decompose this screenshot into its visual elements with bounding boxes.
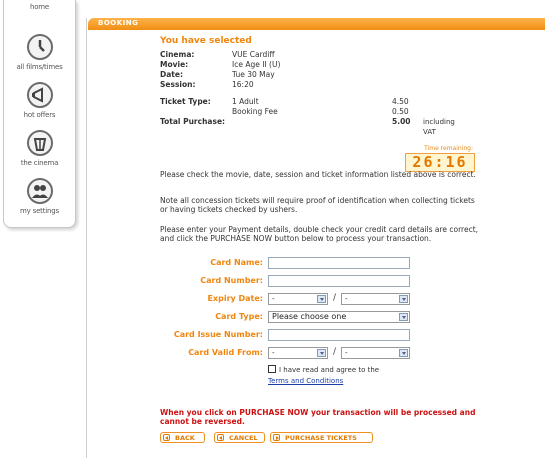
booking-fee-value: 0.50	[392, 107, 409, 116]
megaphone-icon	[26, 82, 53, 108]
chevron-down-icon	[399, 313, 408, 321]
card-issue-number-input[interactable]	[268, 329, 410, 341]
selection-summary: You have selected Cinema: VUE Cardiff Mo…	[160, 36, 455, 136]
cinema-label: Cinema:	[160, 50, 195, 59]
left-nav: home all films/times hot offers the cine…	[3, 0, 76, 228]
valid-from-separator: /	[333, 347, 337, 357]
chevron-down-icon	[317, 349, 326, 357]
movie-value: Ice Age II (U)	[232, 60, 281, 69]
arrow-left-icon	[217, 434, 224, 441]
terms-link[interactable]: Terms and Conditions	[268, 377, 343, 385]
ticket-price: 4.50	[392, 97, 409, 106]
expiry-month-value: -	[272, 295, 275, 303]
session-value: 16:20	[232, 80, 254, 89]
arrow-left-icon	[163, 434, 170, 441]
card-type-label: Card Type:	[215, 312, 263, 321]
nav-item-my-settings[interactable]: my settings	[4, 178, 75, 215]
nav-item-all-films[interactable]: all films/times	[4, 34, 75, 71]
card-number-label: Card Number:	[200, 276, 263, 285]
booking-header: BOOKING	[88, 18, 545, 30]
back-button-label: BACK	[175, 434, 195, 442]
expiry-date-label: Expiry Date:	[207, 294, 263, 303]
expiry-year-value: -	[345, 295, 348, 303]
nav-label-home: home	[29, 3, 50, 11]
chevron-down-icon	[399, 295, 408, 303]
session-row: Session: 16:20	[160, 80, 430, 90]
total-note: including VAT	[423, 118, 455, 136]
valid-from-month-value: -	[272, 349, 275, 357]
terms-agree-text: I have read and agree to the	[279, 366, 380, 374]
cancel-button[interactable]: CANCEL	[214, 432, 265, 443]
timer-label: Time remaining:	[424, 145, 473, 152]
arrow-right-icon	[273, 434, 280, 441]
cinema-row: Cinema: VUE Cardiff	[160, 50, 430, 60]
nav-label-hot-offers: hot offers	[23, 111, 56, 119]
booking-title: BOOKING	[98, 19, 139, 27]
terms-checkbox[interactable]	[268, 365, 276, 373]
card-issue-number-label: Card Issue Number:	[173, 330, 263, 339]
cinema-value: VUE Cardiff	[232, 50, 275, 59]
nav-label-all-films: all films/times	[16, 63, 63, 71]
date-label: Date:	[160, 70, 183, 79]
ticket-type-row: Ticket Type: 1 Adult 4.50	[160, 97, 430, 107]
ticket-type-value: 1 Adult	[232, 97, 259, 106]
nav-item-home[interactable]: home	[4, 0, 75, 11]
expiry-separator: /	[333, 293, 337, 303]
booking-fee-row: Booking Fee 0.50	[160, 107, 430, 117]
valid-from-month-select[interactable]: -	[268, 347, 328, 359]
total-value: 5.00	[392, 117, 411, 126]
valid-from-year-select[interactable]: -	[341, 347, 410, 359]
back-button[interactable]: BACK	[160, 432, 205, 443]
chevron-down-icon	[399, 349, 408, 357]
total-row: Total Purchase: 5.00 including VAT	[160, 117, 455, 136]
booking-fee-label: Booking Fee	[232, 107, 278, 116]
card-number-input[interactable]	[268, 275, 410, 287]
session-label: Session:	[160, 80, 196, 89]
nav-label-the-cinema: the cinema	[20, 159, 59, 167]
expiry-month-select[interactable]: -	[268, 293, 328, 305]
card-type-value: Please choose one	[272, 312, 347, 321]
total-label: Total Purchase:	[160, 117, 226, 126]
card-name-label: Card Name:	[210, 258, 263, 267]
check-info-text: Please check the movie, date, session an…	[160, 170, 476, 179]
selection-heading: You have selected	[160, 36, 252, 46]
people-icon	[26, 178, 53, 204]
chevron-down-icon	[317, 295, 326, 303]
payment-instructions-text: Please enter your Payment details, doubl…	[160, 225, 479, 243]
date-row: Date: Tue 30 May	[160, 70, 430, 80]
movie-row: Movie: Ice Age II (U)	[160, 60, 430, 70]
nav-item-the-cinema[interactable]: the cinema	[4, 130, 75, 167]
purchase-warning: When you click on PURCHASE NOW your tran…	[160, 408, 476, 426]
movie-label: Movie:	[160, 60, 189, 69]
cancel-button-label: CANCEL	[229, 434, 258, 442]
expiry-year-select[interactable]: -	[341, 293, 410, 305]
card-type-select[interactable]: Please choose one	[268, 311, 410, 323]
nav-label-my-settings: my settings	[20, 207, 59, 215]
date-value: Tue 30 May	[232, 70, 275, 79]
ticket-type-label: Ticket Type:	[160, 97, 211, 106]
card-name-input[interactable]	[268, 257, 410, 269]
concession-note-text: Note all concession tickets will require…	[160, 196, 475, 214]
purchase-button-label: PURCHASE TICKETS	[285, 434, 357, 442]
nav-item-hot-offers[interactable]: hot offers	[4, 82, 75, 119]
card-valid-from-label: Card Valid From:	[188, 348, 263, 357]
valid-from-year-value: -	[345, 349, 348, 357]
clock-icon	[26, 34, 53, 60]
purchase-tickets-button[interactable]: PURCHASE TICKETS	[270, 432, 373, 443]
time-remaining: Time remaining: 26:16	[405, 145, 475, 172]
popcorn-icon	[26, 130, 53, 156]
page-divider	[86, 18, 87, 458]
